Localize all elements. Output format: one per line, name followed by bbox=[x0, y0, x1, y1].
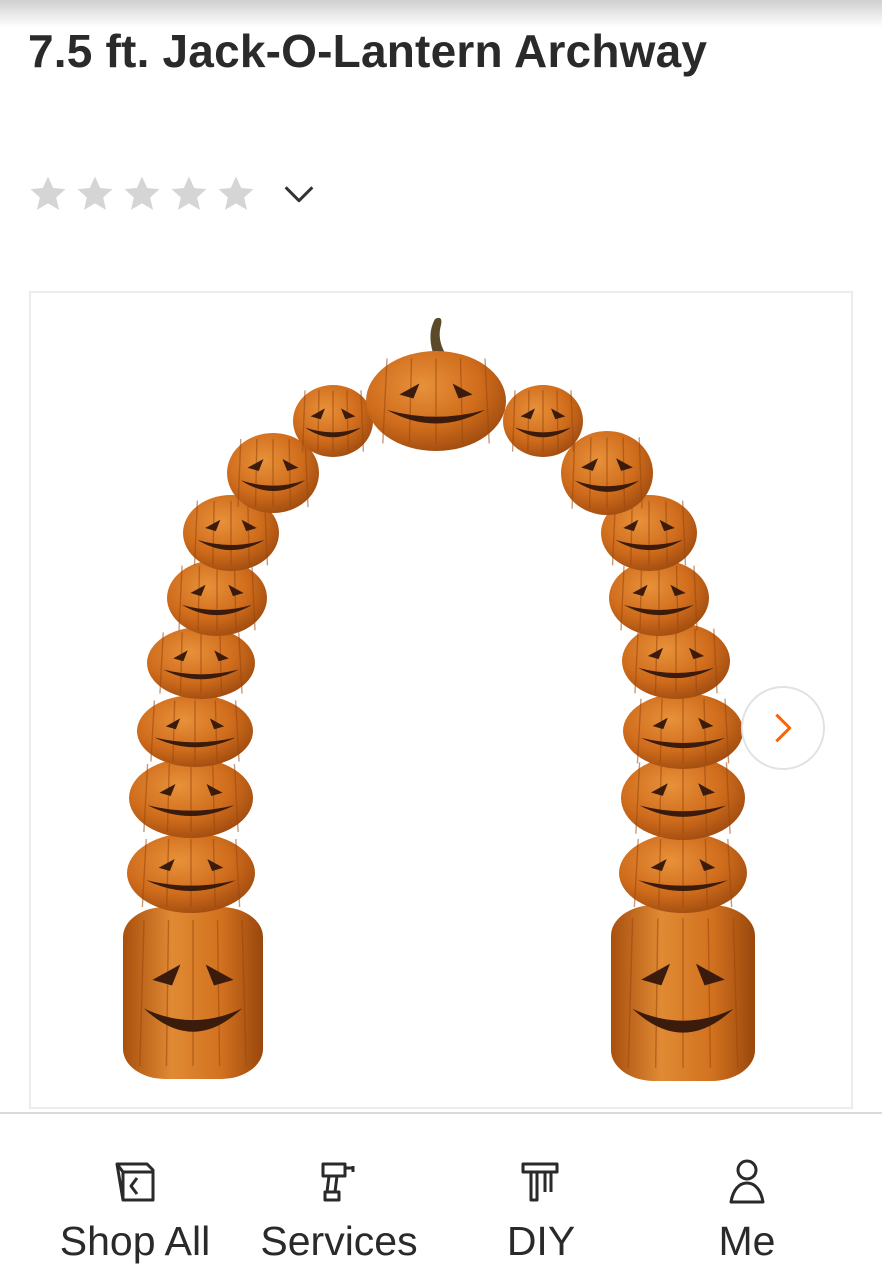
pumpkin bbox=[137, 695, 253, 767]
pumpkin bbox=[127, 833, 255, 913]
pumpkin bbox=[503, 385, 583, 457]
rating-row[interactable] bbox=[28, 168, 319, 220]
pumpkin bbox=[609, 560, 709, 636]
bottom-navigation: Shop All Services DIY Me bbox=[0, 1112, 882, 1280]
nav-services[interactable]: Services bbox=[244, 1114, 434, 1280]
chevron-right-icon bbox=[775, 713, 792, 743]
nav-label: Services bbox=[260, 1218, 418, 1264]
pumpkin bbox=[147, 627, 255, 699]
product-title: 7.5 ft. Jack-O-Lantern Archway bbox=[28, 25, 708, 77]
pumpkin bbox=[619, 833, 747, 913]
pumpkin bbox=[366, 351, 506, 451]
pumpkin-stem bbox=[430, 317, 445, 353]
chevron-down-icon[interactable] bbox=[279, 174, 319, 214]
pumpkin bbox=[129, 758, 253, 838]
hammer-icon bbox=[517, 1156, 565, 1208]
star-icon bbox=[169, 174, 209, 214]
star-icon bbox=[216, 174, 256, 214]
pumpkin bbox=[623, 693, 743, 769]
product-image-gallery[interactable] bbox=[29, 291, 853, 1109]
star-rating bbox=[28, 174, 263, 214]
pumpkin bbox=[123, 907, 263, 1079]
nav-diy[interactable]: DIY bbox=[446, 1114, 636, 1280]
nav-me[interactable]: Me bbox=[652, 1114, 842, 1280]
pumpkin bbox=[622, 623, 730, 699]
nav-label: Me bbox=[718, 1218, 776, 1264]
nav-label: DIY bbox=[506, 1218, 576, 1264]
pumpkin bbox=[167, 560, 267, 636]
product-image bbox=[123, 317, 755, 1081]
nav-shop-all[interactable]: Shop All bbox=[40, 1114, 230, 1280]
pumpkin bbox=[611, 905, 755, 1081]
star-icon bbox=[28, 174, 68, 214]
star-icon bbox=[122, 174, 162, 214]
catalog-tag-icon bbox=[111, 1156, 159, 1208]
pumpkin bbox=[293, 385, 373, 457]
drill-icon bbox=[315, 1156, 363, 1208]
next-image-button[interactable] bbox=[741, 686, 825, 770]
pumpkin bbox=[561, 431, 653, 515]
nav-label: Shop All bbox=[59, 1218, 211, 1264]
user-icon bbox=[723, 1156, 771, 1208]
star-icon bbox=[75, 174, 115, 214]
